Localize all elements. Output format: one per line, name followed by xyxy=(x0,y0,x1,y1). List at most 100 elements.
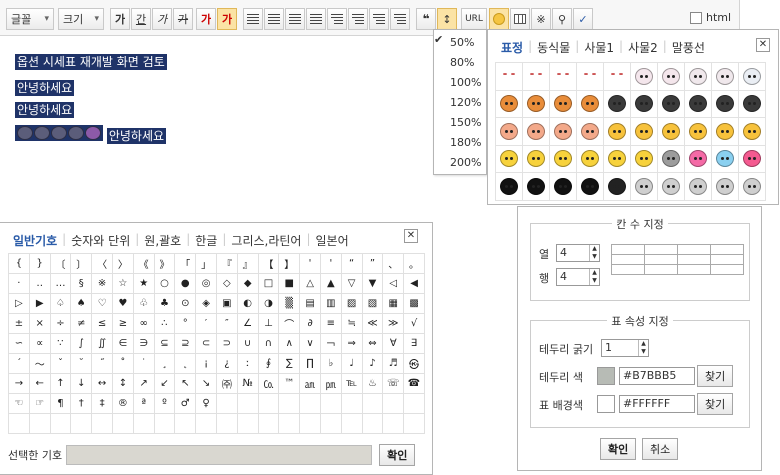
symbol-cell[interactable]: ▨ xyxy=(341,294,363,314)
emoticon-cell[interactable] xyxy=(577,173,604,201)
symbol-cell[interactable]: ¿ xyxy=(216,354,238,374)
emoticon-cell[interactable] xyxy=(577,63,604,91)
emoticon-cell[interactable] xyxy=(631,63,658,91)
close-icon[interactable]: ✕ xyxy=(756,38,770,52)
symbol-cell[interactable]: ※ xyxy=(92,274,113,294)
symbol-cell[interactable]: ' xyxy=(320,254,342,274)
symbol-cell[interactable]: ♬ xyxy=(383,354,405,374)
tab-4[interactable]: 그리스,라틴어 xyxy=(226,232,306,249)
symbol-cell[interactable] xyxy=(341,394,363,414)
editor-area[interactable]: 옵션 시세표 재개발 화면 검토 안녕하세요 안녕하세요 안녕하세요 xyxy=(0,37,495,207)
symbol-cell[interactable]: ▥ xyxy=(320,294,342,314)
symbol-cell[interactable] xyxy=(279,394,301,414)
symbol-cell[interactable]: ♨ xyxy=(362,374,384,394)
symbol-cell[interactable]: ´ xyxy=(9,354,30,374)
symbol-cell[interactable]: ≪ xyxy=(362,314,384,334)
emoticon-cell[interactable] xyxy=(658,63,685,91)
emoticon-cell[interactable] xyxy=(739,145,766,173)
symbol-cell[interactable]: ¸ xyxy=(154,354,176,374)
emoticon-cell[interactable] xyxy=(550,145,577,173)
emoticon-cell[interactable] xyxy=(658,145,685,173)
border-color-swatch[interactable] xyxy=(597,367,615,385)
symbol-cell[interactable] xyxy=(404,414,425,434)
emoticon-cell[interactable] xyxy=(685,118,712,146)
symbol-cell[interactable]: ◆ xyxy=(237,274,259,294)
symbol-cell[interactable]: ‡ xyxy=(92,394,113,414)
symbol-cell[interactable]: ♩ xyxy=(341,354,363,374)
emoticon-cell[interactable] xyxy=(739,63,766,91)
emoticon-cell[interactable] xyxy=(550,118,577,146)
symbol-cell[interactable]: ∋ xyxy=(133,334,155,354)
table-button[interactable] xyxy=(510,8,530,30)
zoom-option[interactable]: 150% xyxy=(434,113,486,133)
symbol-cell[interactable]: ▤ xyxy=(300,294,321,314)
rows-stepper[interactable]: 4 ▲ ▼ xyxy=(556,268,600,286)
symbol-cell[interactable]: † xyxy=(71,394,93,414)
symbol-cell[interactable]: ★ xyxy=(133,274,155,294)
symbol-cell[interactable]: ↑ xyxy=(50,374,72,394)
symbol-cell[interactable]: ↙ xyxy=(154,374,176,394)
emoticon-cell[interactable] xyxy=(577,90,604,118)
symbol-cell[interactable]: 〕 xyxy=(71,254,93,274)
preview-cell[interactable] xyxy=(711,265,744,275)
symbol-cell[interactable]: 《 xyxy=(133,254,155,274)
zoom-option[interactable]: 100% xyxy=(434,73,486,93)
symbol-cell[interactable]: § xyxy=(71,274,93,294)
table-confirm-button[interactable]: 확인 xyxy=(600,438,637,460)
symbol-cell[interactable]: ∨ xyxy=(300,334,321,354)
table-size-preview[interactable] xyxy=(611,244,744,275)
emoticon-cell[interactable] xyxy=(604,90,631,118)
emoticon-cell[interactable] xyxy=(658,118,685,146)
emoticon-cell[interactable] xyxy=(550,90,577,118)
unordered-list-button[interactable] xyxy=(348,8,368,30)
bold-button[interactable]: 가 xyxy=(110,8,130,30)
symbol-cell[interactable]: 》 xyxy=(154,254,176,274)
preview-cell[interactable] xyxy=(612,245,645,255)
up-icon[interactable]: ▲ xyxy=(590,245,599,253)
symbol-cell[interactable]: ∑ xyxy=(279,354,301,374)
emoticon-cell[interactable] xyxy=(712,173,739,201)
strikethrough-button[interactable]: 가 xyxy=(173,8,193,30)
cols-stepper[interactable]: 4 ▲ ▼ xyxy=(556,244,600,262)
preview-cell[interactable] xyxy=(678,265,711,275)
symbol-cell[interactable]: ∏ xyxy=(300,354,321,374)
zoom-option[interactable]: 80% xyxy=(434,53,486,73)
bg-color-swatch[interactable] xyxy=(597,395,615,413)
symbol-cell[interactable]: 〈 xyxy=(92,254,113,274)
background-color-button[interactable]: 가 xyxy=(217,8,237,30)
symbol-cell[interactable]: · xyxy=(9,274,30,294)
symbol-cell[interactable]: ↕ xyxy=(112,374,134,394)
symbol-cell[interactable] xyxy=(300,414,321,434)
zoom-option[interactable]: 50% xyxy=(434,33,486,53)
tab-5[interactable]: 일본어 xyxy=(311,232,354,249)
symbol-cell[interactable]: ˚ xyxy=(112,354,134,374)
symbol-cell[interactable]: ♂ xyxy=(175,394,197,414)
tab-1[interactable]: 동식물 xyxy=(532,39,575,56)
emoticon-cell[interactable] xyxy=(496,173,523,201)
selected-symbol-field[interactable] xyxy=(66,445,373,465)
symbol-cell[interactable] xyxy=(92,414,113,434)
emoticon-cell[interactable] xyxy=(496,145,523,173)
border-width-stepper[interactable]: 1 ▲ ▼ xyxy=(601,339,649,357)
symbol-cell[interactable]: ː xyxy=(237,354,259,374)
html-checkbox[interactable] xyxy=(690,11,702,24)
symbol-cell[interactable]: ㏘ xyxy=(320,374,342,394)
align-left-button[interactable] xyxy=(243,8,263,30)
symbol-cell[interactable]: ♪ xyxy=(362,354,384,374)
stepper-arrows[interactable]: ▲ ▼ xyxy=(589,245,599,261)
emoticon-cell[interactable] xyxy=(523,63,550,91)
font-size-select[interactable]: 크기 xyxy=(58,8,104,30)
symbol-cell[interactable]: ″ xyxy=(216,314,238,334)
symbol-cell[interactable]: { xyxy=(9,254,30,274)
find-button[interactable]: ⚲ xyxy=(552,8,572,30)
preview-cell[interactable] xyxy=(678,255,711,265)
symbol-cell[interactable]: ▧ xyxy=(362,294,384,314)
outdent-button[interactable] xyxy=(369,8,389,30)
symbol-cell[interactable]: ˝ xyxy=(92,354,113,374)
stepper-arrows[interactable]: ▲ ▼ xyxy=(589,269,599,285)
up-icon[interactable]: ▲ xyxy=(639,340,648,348)
symbol-cell[interactable]: ∝ xyxy=(29,334,51,354)
symbol-cell[interactable]: ♤ xyxy=(50,294,72,314)
preview-cell[interactable] xyxy=(711,255,744,265)
symbol-cell[interactable]: 【 xyxy=(258,254,280,274)
